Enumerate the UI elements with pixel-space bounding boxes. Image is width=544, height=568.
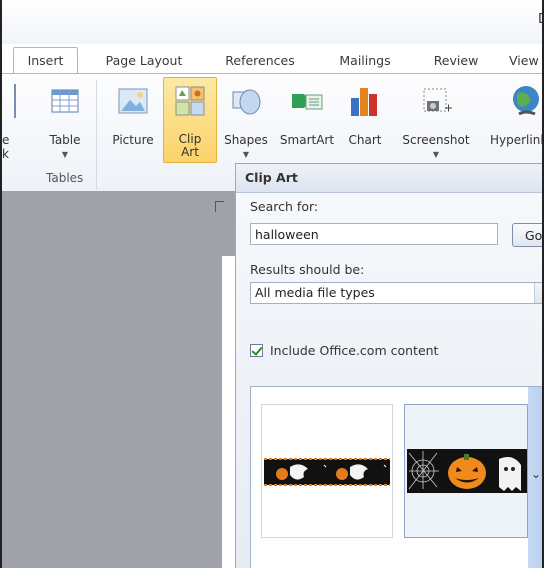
chart-button[interactable]: Chart bbox=[342, 78, 388, 160]
clip-art-icon bbox=[175, 86, 205, 116]
tab-insert[interactable]: Insert bbox=[13, 47, 78, 76]
table-icon bbox=[51, 89, 79, 113]
go-button[interactable]: Go bbox=[512, 223, 542, 247]
include-office-label: Include Office.com content bbox=[270, 343, 439, 358]
table-button[interactable]: Table ▼ bbox=[40, 78, 90, 160]
screenshot-button[interactable]: Screenshot ▼ bbox=[394, 78, 478, 160]
smartart-label: SmartArt bbox=[279, 133, 335, 147]
clip-art-button[interactable]: Clip Art bbox=[163, 77, 217, 163]
picture-button[interactable]: Picture bbox=[106, 78, 160, 160]
halloween-pumpkin-ghost-image bbox=[407, 449, 527, 493]
media-types-value: All media file types bbox=[255, 285, 375, 300]
tab-view[interactable]: View bbox=[509, 50, 542, 74]
chevron-down-icon: ▼ bbox=[242, 150, 250, 159]
results-should-be-label: Results should be: bbox=[250, 262, 365, 277]
clip-art-label-line2: Art bbox=[181, 145, 199, 159]
chevron-down-icon[interactable] bbox=[534, 283, 542, 303]
screenshot-icon bbox=[423, 88, 452, 112]
picture-icon bbox=[118, 88, 148, 114]
table-label: Table bbox=[49, 133, 81, 147]
page-corner-marker bbox=[215, 201, 224, 212]
tab-page-layout[interactable]: Page Layout bbox=[94, 50, 194, 74]
screenshot-label: Screenshot bbox=[402, 133, 470, 147]
results-list: ⌄ bbox=[250, 386, 542, 568]
hyperlink-label: Hyperlink bbox=[490, 133, 544, 147]
halloween-ghost-border-image bbox=[264, 458, 390, 486]
picture-label: Picture bbox=[112, 133, 154, 147]
result-thumbnail-ghost-border[interactable] bbox=[261, 404, 393, 538]
word-window: D Insert Page Layout References Mailings… bbox=[0, 0, 544, 568]
include-office-checkbox[interactable] bbox=[250, 344, 263, 357]
media-types-select[interactable]: All media file types bbox=[250, 282, 542, 304]
partial-icon bbox=[4, 84, 16, 118]
chart-label: Chart bbox=[348, 133, 382, 147]
shapes-button[interactable]: Shapes ▼ bbox=[219, 78, 273, 160]
tab-references[interactable]: References bbox=[211, 50, 309, 74]
tab-review[interactable]: Review bbox=[422, 50, 490, 74]
ribbon-tabs: Insert Page Layout References Mailings R… bbox=[2, 44, 542, 76]
pane-title: Clip Art bbox=[245, 170, 298, 185]
search-for-label: Search for: bbox=[250, 199, 319, 214]
hyperlink-icon bbox=[513, 86, 539, 116]
chevron-down-icon: ⌄ bbox=[531, 467, 542, 481]
chart-icon bbox=[351, 88, 377, 116]
hyperlink-button[interactable]: Hyperlink bbox=[486, 78, 544, 160]
smartart-icon bbox=[292, 94, 323, 110]
search-input[interactable] bbox=[250, 223, 498, 245]
smartart-button[interactable]: SmartArt bbox=[275, 78, 339, 160]
title-bar: D bbox=[2, 0, 542, 44]
pane-header: Clip Art ▼ bbox=[236, 164, 542, 193]
partial-group-label: e k bbox=[2, 133, 9, 161]
partial-label-1: e bbox=[2, 133, 10, 147]
clip-art-label-line1: Clip bbox=[178, 132, 202, 146]
window-title: D bbox=[538, 12, 542, 27]
clip-art-pane: Clip Art ▼ Search for: Results should be… bbox=[235, 163, 542, 568]
chevron-down-icon: ▼ bbox=[61, 150, 69, 159]
group-separator bbox=[96, 80, 97, 190]
tab-mailings[interactable]: Mailings bbox=[327, 50, 403, 74]
partial-label-2: k bbox=[2, 147, 9, 161]
shapes-label: Shapes bbox=[224, 133, 268, 147]
group-label-tables: Tables bbox=[46, 171, 84, 185]
chevron-down-icon: ▼ bbox=[432, 150, 440, 159]
result-dropdown-button[interactable]: ⌄ bbox=[528, 387, 542, 568]
shapes-icon bbox=[232, 89, 261, 115]
result-thumbnail-pumpkin-ghost[interactable] bbox=[404, 404, 528, 538]
